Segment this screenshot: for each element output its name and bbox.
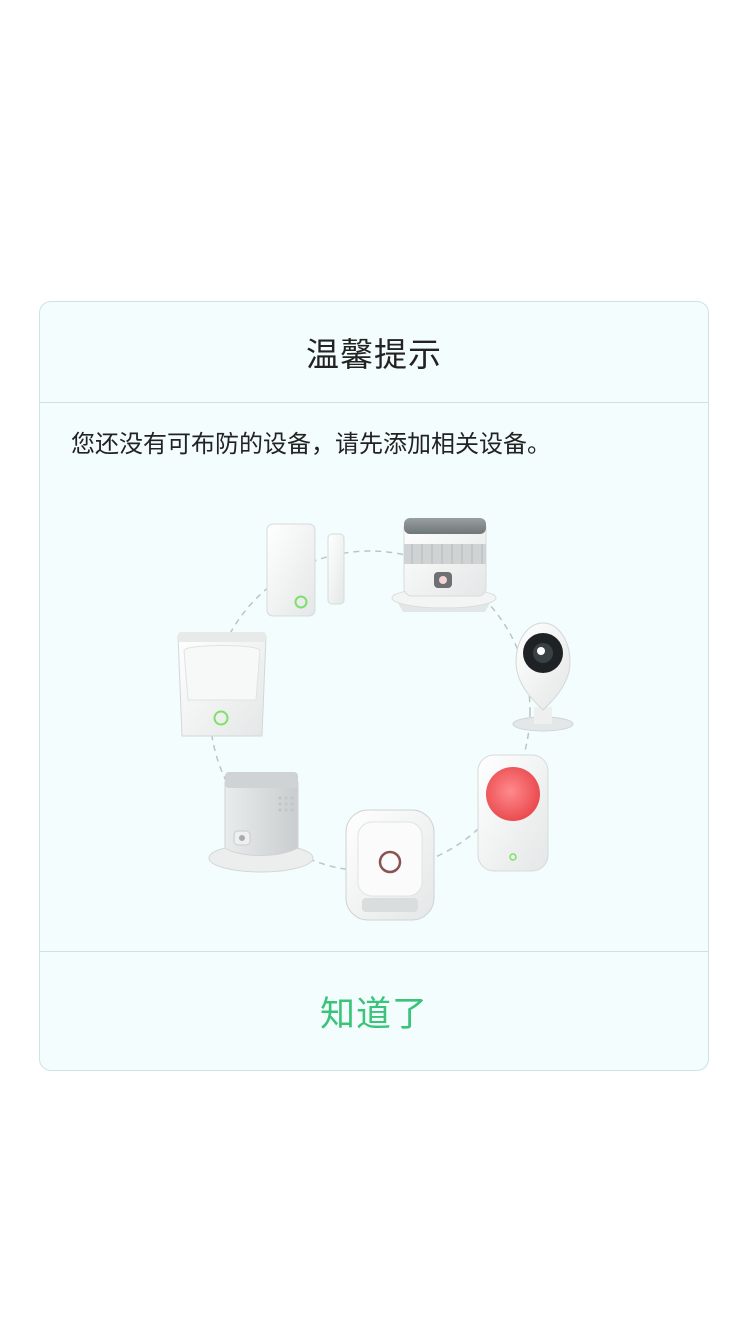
security-camera-icon: [512, 622, 574, 732]
smoke-detector-icon: [391, 518, 497, 612]
dialog-title: 温馨提示: [306, 335, 442, 374]
motion-sensor-icon: [177, 632, 267, 737]
door-sensor-icon: [266, 523, 345, 617]
air-quality-sensor-icon: [208, 772, 314, 873]
got-it-button[interactable]: 知道了: [280, 976, 468, 1047]
dialog-footer: 知道了: [40, 951, 708, 1070]
gas-detector-icon: [345, 809, 435, 921]
emergency-button-icon: [477, 754, 549, 872]
device-illustration: [177, 518, 574, 921]
arming-tip-dialog: 温馨提示 您还没有可布防的设备，请先添加相关设备。 知道了: [39, 301, 709, 1071]
dialog-message: 您还没有可布防的设备，请先添加相关设备。: [71, 430, 551, 458]
dialog-header: 温馨提示: [40, 302, 708, 403]
